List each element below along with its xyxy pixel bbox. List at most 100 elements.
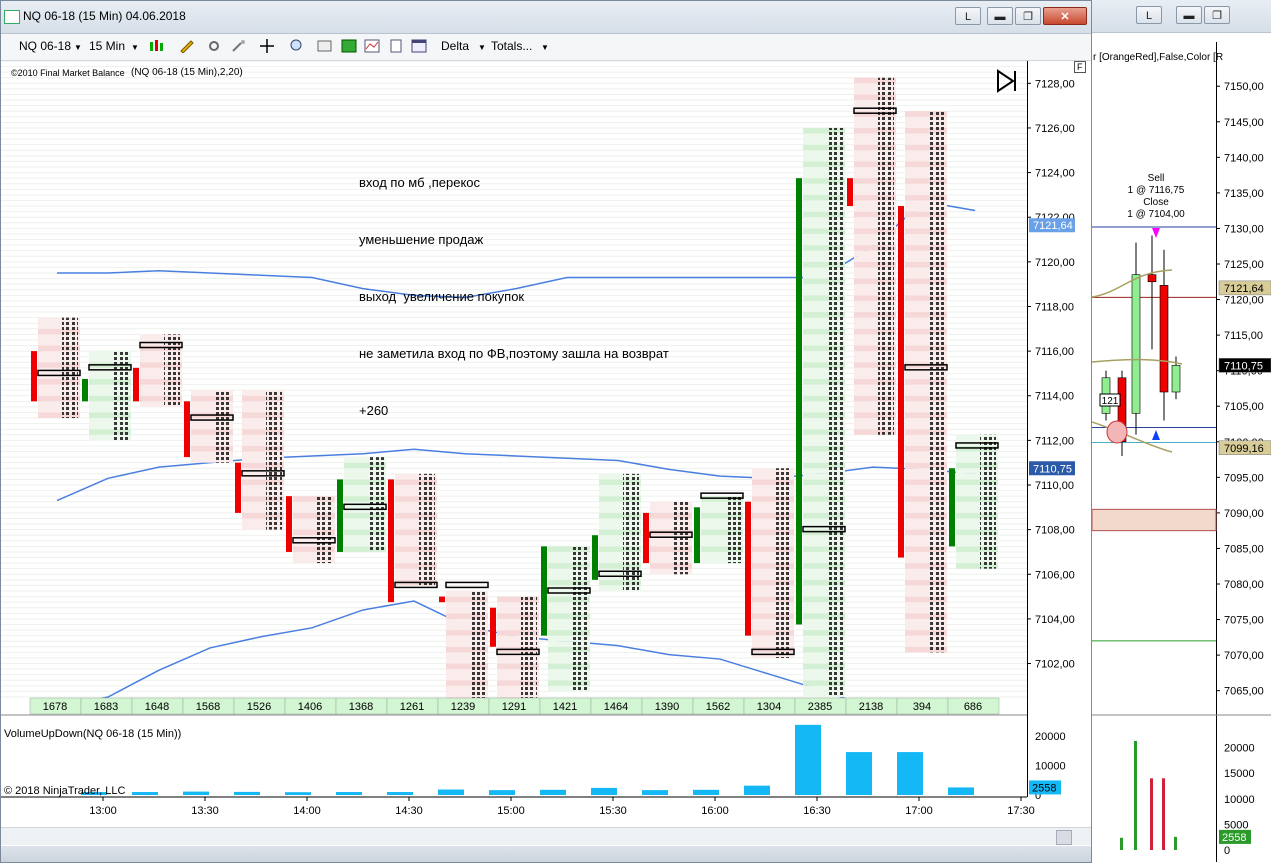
second-candle-body	[1159, 285, 1169, 393]
indicators-icon[interactable]	[364, 39, 380, 53]
second-minimize-button[interactable]: ▬	[1176, 6, 1202, 24]
close-button[interactable]: ✕	[1043, 7, 1087, 25]
second-price-tag-label: 7121,64	[1224, 283, 1264, 295]
second-volume-tick-label: 15000	[1224, 768, 1255, 780]
candle-body	[694, 507, 700, 564]
second-volume-tag-label: 2558	[1222, 832, 1246, 844]
chart-toolbar: NQ 06-18 ▼ 15 Min ▼ Delta ▼ Totals... ▼	[1, 34, 1091, 61]
second-volume-tick-label: 5000	[1224, 819, 1248, 831]
title-bar[interactable]: NQ 06-18 (15 Min) 04.06.2018 L ▬ ❐ ✕	[1, 1, 1091, 34]
volume-bar	[336, 792, 362, 795]
candle-body	[490, 607, 496, 647]
second-volume-bar	[1134, 740, 1137, 850]
second-candle-body	[1171, 365, 1181, 393]
data-box-icon[interactable]	[411, 39, 427, 53]
footprint-numbers	[827, 127, 843, 697]
footprint-numbers	[419, 473, 435, 586]
total-label: 1390	[655, 701, 679, 713]
y-tick-label: 7116,00	[1035, 346, 1074, 358]
window-title: NQ 06-18 (15 Min) 04.06.2018	[23, 9, 186, 23]
volume-bar	[744, 785, 770, 795]
delta-dropdown[interactable]: Delta	[441, 39, 469, 53]
total-label: 1368	[349, 701, 373, 713]
properties-icon[interactable]	[317, 39, 333, 53]
y-tick-label: 7120,00	[1035, 257, 1075, 269]
candle-body	[439, 596, 445, 603]
totals-dropdown-icon[interactable]: ▼	[541, 43, 549, 52]
footprint-numbers	[674, 501, 690, 575]
second-y-tick-label: 7115,00	[1224, 330, 1263, 342]
instrument-selector[interactable]: NQ 06-18	[19, 39, 71, 53]
second-volume-bar	[1174, 836, 1177, 850]
trade-label: Sell	[1148, 173, 1165, 184]
x-tick-label: 16:30	[803, 805, 831, 817]
y-axis-line	[1027, 61, 1028, 797]
second-volume-bar	[1120, 837, 1123, 850]
pencil-icon[interactable]	[179, 39, 195, 54]
y-tick-label: 7104,00	[1035, 614, 1075, 626]
total-label: 1648	[145, 701, 169, 713]
footprint-numbers	[470, 591, 486, 703]
strategies-icon[interactable]	[388, 39, 404, 53]
instrument-dropdown-icon[interactable]: ▼	[74, 43, 82, 52]
candle-body	[898, 206, 904, 558]
price-tag-label: 7121,64	[1033, 220, 1073, 232]
footprint-numbers	[572, 546, 588, 692]
y-tick-label: 7108,00	[1035, 525, 1075, 537]
totals-dropdown[interactable]: Totals...	[491, 39, 532, 53]
total-label: 394	[913, 701, 931, 713]
candle-body	[796, 178, 802, 625]
volume-bar	[846, 752, 872, 795]
total-label: 1261	[400, 701, 424, 713]
total-label: 1464	[604, 701, 628, 713]
crosshair-icon[interactable]	[259, 39, 275, 53]
magnet-icon[interactable]	[207, 39, 223, 53]
total-label: 2385	[808, 701, 832, 713]
go-to-end-icon	[997, 69, 1016, 93]
volume-bar	[642, 790, 668, 795]
second-title-bar[interactable]: L ▬ ❐	[1092, 0, 1271, 33]
interval-selector[interactable]: 15 Min	[89, 39, 125, 53]
interval-dropdown-icon[interactable]: ▼	[131, 43, 139, 52]
candle-body	[388, 479, 394, 603]
maximize-button[interactable]: ❐	[1015, 7, 1041, 25]
annotation-line: +260	[359, 403, 389, 418]
second-y-tick-label: 7120,00	[1224, 295, 1264, 307]
second-y-tick-label: 7130,00	[1224, 223, 1264, 235]
panel-flag[interactable]: F	[1074, 61, 1086, 73]
trade-label: 1 @ 7116,75	[1128, 185, 1185, 196]
footprint-numbers	[215, 390, 231, 463]
indicator-params: (NQ 06-18 (15 Min),2,20)	[131, 67, 243, 78]
second-link-button[interactable]: L	[1136, 6, 1162, 24]
volume-bar	[183, 791, 209, 795]
second-y-tick-label: 7070,00	[1224, 650, 1264, 662]
x-tick-label: 15:00	[497, 805, 525, 817]
volume-bar	[234, 791, 260, 795]
volume-bar	[387, 792, 413, 795]
second-y-tick-label: 7135,00	[1224, 188, 1264, 200]
x-tick-label: 14:00	[293, 805, 321, 817]
chart-style-icon[interactable]	[341, 39, 357, 53]
y-tick-label: 7128,00	[1035, 78, 1075, 90]
second-volume-tick-label: 20000	[1224, 743, 1255, 755]
bars-style-icon[interactable]	[149, 39, 165, 53]
horizontal-scrollbar[interactable]	[1, 827, 1091, 845]
candle-body	[184, 401, 190, 458]
x-tick-label: 13:30	[191, 805, 219, 817]
zoom-icon[interactable]	[289, 39, 305, 53]
total-label: 1562	[706, 701, 730, 713]
y-tick-label: 7106,00	[1035, 569, 1075, 581]
scrollbar-thumb[interactable]	[1056, 830, 1072, 845]
link-button[interactable]: L	[955, 7, 981, 25]
footprint-numbers	[266, 390, 282, 530]
footprint-numbers	[62, 317, 78, 419]
volume-bar	[132, 792, 158, 795]
wand-icon[interactable]	[231, 39, 247, 53]
chart-window: NQ 06-18 (15 Min) 04.06.2018 L ▬ ❐ ✕ NQ …	[0, 0, 1092, 863]
y-tick-label: 7126,00	[1035, 123, 1075, 135]
delta-dropdown-icon[interactable]: ▼	[478, 43, 486, 52]
volume-bar	[948, 787, 974, 795]
minimize-button[interactable]: ▬	[987, 7, 1013, 25]
second-price-chart-area[interactable]: 7150,00 7145,00 7140,00 7135,00 7130,00 7125,…	[1092, 32, 1271, 863]
second-maximize-button[interactable]: ❐	[1204, 6, 1230, 24]
